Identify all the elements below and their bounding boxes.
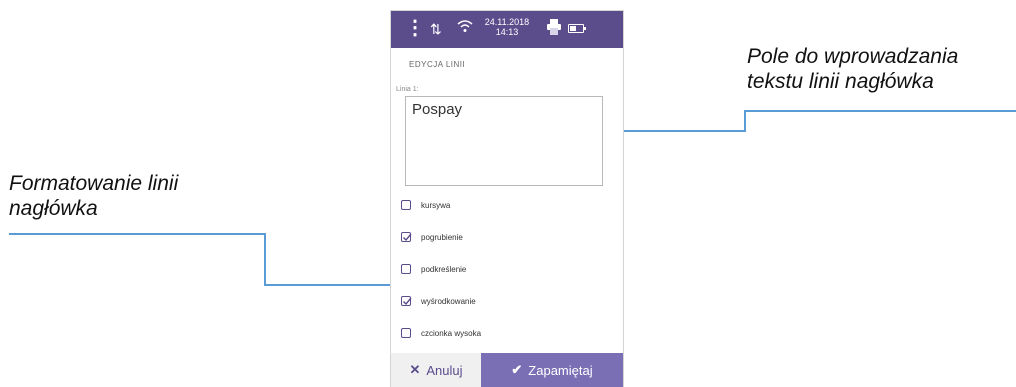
option-label: czcionka wysoka	[421, 328, 482, 338]
option-label: kursywa	[421, 200, 451, 210]
callout-formatting: Formatowanie linii nagłówka	[9, 171, 178, 221]
wifi-icon	[457, 19, 473, 38]
data-transfer-icon: ⇅	[430, 21, 442, 37]
checkbox[interactable]	[401, 232, 412, 242]
printer-icon	[547, 19, 561, 40]
checkbox[interactable]	[401, 328, 411, 338]
status-date: 24.11.2018	[484, 17, 530, 27]
bottom-actions: ✕ Anuluj ✔ Zapamiętaj	[391, 353, 623, 387]
line-field-label: Linia 1:	[396, 86, 419, 93]
cancel-button[interactable]: ✕ Anuluj	[391, 353, 481, 387]
option-row[interactable]: podkreślenie	[401, 261, 466, 277]
status-bar: ⋮ ⇅ 24.11.2018 14:13	[391, 11, 623, 48]
checkbox[interactable]	[401, 200, 411, 210]
option-row[interactable]: pogrubienie	[401, 229, 463, 245]
cancel-label: Anuluj	[426, 362, 463, 378]
save-label: Zapamiętaj	[528, 362, 593, 378]
callout-line: Pole do wprowadzania	[747, 45, 959, 68]
checkbox[interactable]	[401, 264, 411, 274]
screen-title: EDYCJA LINII	[409, 60, 466, 69]
callout-text-input-field: Pole do wprowadzania tekstu linii nagłów…	[747, 44, 958, 94]
date-time: 24.11.2018 14:13	[483, 17, 531, 37]
status-time: 14:13	[495, 27, 519, 37]
checkbox[interactable]	[401, 296, 412, 306]
check-icon: ✔	[511, 362, 523, 377]
callout-line: tekstu linii nagłówka	[747, 70, 934, 93]
callout-line: nagłówka	[9, 197, 98, 220]
option-row[interactable]: kursywa	[401, 197, 450, 213]
close-icon: ✕	[409, 362, 421, 377]
option-row[interactable]: wyśrodkowanie	[401, 293, 476, 309]
phone-screen: ⋮ ⇅ 24.11.2018 14:13 EDYCJA LINII Linia …	[391, 11, 623, 387]
option-label: wyśrodkowanie	[421, 296, 476, 306]
callout-line: Formatowanie linii	[9, 172, 179, 195]
header-line-input[interactable]: Pospay	[405, 96, 603, 186]
connector-left	[9, 233, 398, 286]
option-label: podkreślenie	[421, 264, 467, 274]
more-vertical-icon[interactable]: ⋮	[405, 18, 425, 38]
connector-right	[605, 110, 1016, 132]
option-label: pogrubienie	[421, 232, 463, 242]
option-row[interactable]: czcionka wysoka	[401, 325, 481, 341]
save-button[interactable]: ✔ Zapamiętaj	[481, 353, 623, 387]
battery-icon	[568, 24, 586, 33]
